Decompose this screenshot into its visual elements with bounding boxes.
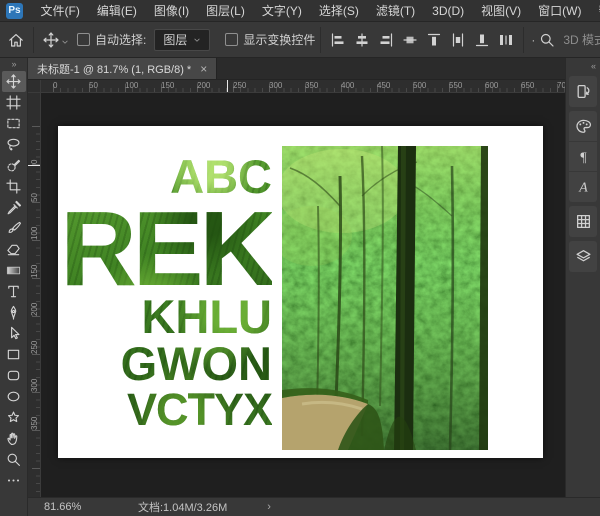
- ruler-cursor-marker: [227, 80, 228, 92]
- history-icon[interactable]: [569, 77, 597, 106]
- document-tab[interactable]: 未标题-1 @ 81.7% (1, RGB/8) * ×: [28, 58, 217, 79]
- more-icon[interactable]: [2, 470, 26, 491]
- auto-select-checkbox[interactable]: [77, 33, 90, 46]
- custom-shape-icon[interactable]: [2, 407, 26, 428]
- align-right-icon[interactable]: [374, 28, 398, 52]
- home-icon[interactable]: [4, 28, 28, 52]
- menu-item[interactable]: 3D(D): [424, 4, 473, 18]
- brush-icon[interactable]: [2, 218, 26, 239]
- zoom-icon[interactable]: [2, 449, 26, 470]
- color-icon[interactable]: [569, 112, 597, 141]
- gradient-icon[interactable]: [2, 260, 26, 281]
- align-middle-icon[interactable]: [398, 28, 422, 52]
- horizontal-ruler: 0501001502002503003504004505005506006507…: [41, 80, 565, 93]
- hand-icon[interactable]: [2, 428, 26, 449]
- menu-item[interactable]: 窗口(W): [530, 2, 590, 19]
- align-left-icon[interactable]: [326, 28, 350, 52]
- menubar: 文件(F)编辑(E)图像(I)图层(L)文字(Y)选择(S)滤镜(T)3D(D)…: [32, 0, 600, 21]
- svg-text:A: A: [578, 179, 588, 194]
- pen-icon[interactable]: [2, 302, 26, 323]
- text-line: VCTYX: [127, 387, 272, 432]
- auto-select-label: 自动选择:: [95, 31, 146, 48]
- toolbar-expand-chevron[interactable]: »: [0, 58, 27, 71]
- menu-item[interactable]: 帮助(H): [590, 2, 600, 19]
- zoom-level[interactable]: 81.66%: [44, 501, 102, 513]
- marquee-icon[interactable]: [2, 113, 26, 134]
- ellipse-icon[interactable]: [2, 386, 26, 407]
- chevron-down-icon: [192, 34, 204, 46]
- crop-icon[interactable]: [2, 176, 26, 197]
- move-icon[interactable]: [2, 71, 26, 92]
- layers-icon[interactable]: [569, 242, 597, 271]
- forest-text-layer: ABC REK KHLU GWON VCTYX: [58, 126, 282, 458]
- document-tab-title: 未标题-1 @ 81.7% (1, RGB/8) *: [37, 61, 191, 77]
- separator: [33, 27, 34, 53]
- v-ruler-numbers: 050100150200250300350: [28, 126, 40, 430]
- eyedropper-icon[interactable]: [2, 197, 26, 218]
- 3d-mode-label[interactable]: 3D 模式: [563, 31, 600, 48]
- panel-group: ¶A: [569, 111, 597, 202]
- status-chevron-icon[interactable]: ›: [267, 501, 271, 513]
- separator: [523, 27, 524, 53]
- h-ruler-numbers: 0501001502002503003504004505005506006507…: [53, 80, 565, 92]
- canvas-page[interactable]: ABC REK KHLU GWON VCTYX: [58, 126, 543, 458]
- grid-icon[interactable]: [569, 207, 597, 236]
- artboard-icon[interactable]: [2, 92, 26, 113]
- dock-collapse-chevron[interactable]: «: [566, 58, 600, 72]
- tools-panel: »: [0, 58, 28, 516]
- ruler-corner: [28, 80, 41, 93]
- menu-item[interactable]: 图像(I): [145, 2, 197, 19]
- dist-top-icon[interactable]: [422, 28, 446, 52]
- panel-group: [569, 206, 597, 237]
- align-center-h-icon[interactable]: [350, 28, 374, 52]
- show-transform-checkbox[interactable]: [225, 33, 238, 46]
- titlebar: Ps 文件(F)编辑(E)图像(I)图层(L)文字(Y)选择(S)滤镜(T)3D…: [0, 0, 600, 22]
- panel-dock: « ¶A: [565, 58, 600, 497]
- tab-close-icon[interactable]: ×: [200, 62, 207, 76]
- tool-list: [2, 71, 26, 491]
- show-transform-label: 显示变换控件: [243, 31, 315, 48]
- auto-select-target-dropdown[interactable]: 图层: [154, 29, 210, 51]
- text-line: KHLU: [141, 293, 272, 340]
- photoshop-logo: Ps: [6, 3, 23, 19]
- path-select-icon[interactable]: [2, 323, 26, 344]
- separator: [320, 27, 321, 53]
- type-icon[interactable]: [2, 281, 26, 302]
- menu-item[interactable]: 视图(V): [473, 2, 530, 19]
- svg-text:¶: ¶: [580, 149, 587, 164]
- text-line: GWON: [121, 340, 272, 387]
- dist-center-h-icon[interactable]: [446, 28, 470, 52]
- dist-gap-icon[interactable]: [494, 28, 518, 52]
- eraser-icon[interactable]: [2, 239, 26, 260]
- status-bar: 81.66% 文档:1.04M/3.26M ›: [28, 497, 600, 516]
- menu-item[interactable]: 文件(F): [32, 2, 88, 19]
- text-line: REK: [60, 196, 272, 302]
- document-size-info: 文档:1.04M/3.26M: [138, 499, 227, 515]
- menu-item[interactable]: 编辑(E): [88, 2, 145, 19]
- panel-group: [569, 241, 597, 272]
- quick-select-icon[interactable]: [2, 155, 26, 176]
- menu-item[interactable]: 选择(S): [310, 2, 367, 19]
- rounded-rect-icon[interactable]: [2, 365, 26, 386]
- search-icon[interactable]: [535, 28, 559, 52]
- canvas-viewport[interactable]: ABC REK KHLU GWON VCTYX: [41, 93, 565, 497]
- auto-select-target-value: 图层: [163, 31, 187, 48]
- forest-photo: [282, 146, 488, 450]
- menu-item[interactable]: 滤镜(T): [367, 2, 423, 19]
- align-buttons: [326, 28, 518, 52]
- lasso-icon[interactable]: [2, 134, 26, 155]
- panel-group: [569, 76, 597, 107]
- chevron-down-icon[interactable]: [60, 34, 70, 46]
- rectangle-icon[interactable]: [2, 344, 26, 365]
- character-icon[interactable]: A: [569, 171, 597, 201]
- ruler-cursor-marker: [28, 165, 40, 166]
- dist-bottom-icon[interactable]: [470, 28, 494, 52]
- menu-item[interactable]: 图层(L): [198, 2, 254, 19]
- options-bar: 自动选择: 图层 显示变换控件 · 3D 模式: [0, 22, 600, 58]
- paragraph-icon[interactable]: ¶: [569, 141, 597, 171]
- vertical-ruler: 050100150200250300350: [28, 93, 41, 497]
- menu-item[interactable]: 文字(Y): [253, 2, 310, 19]
- document-tab-bar: 未标题-1 @ 81.7% (1, RGB/8) * ×: [28, 58, 565, 80]
